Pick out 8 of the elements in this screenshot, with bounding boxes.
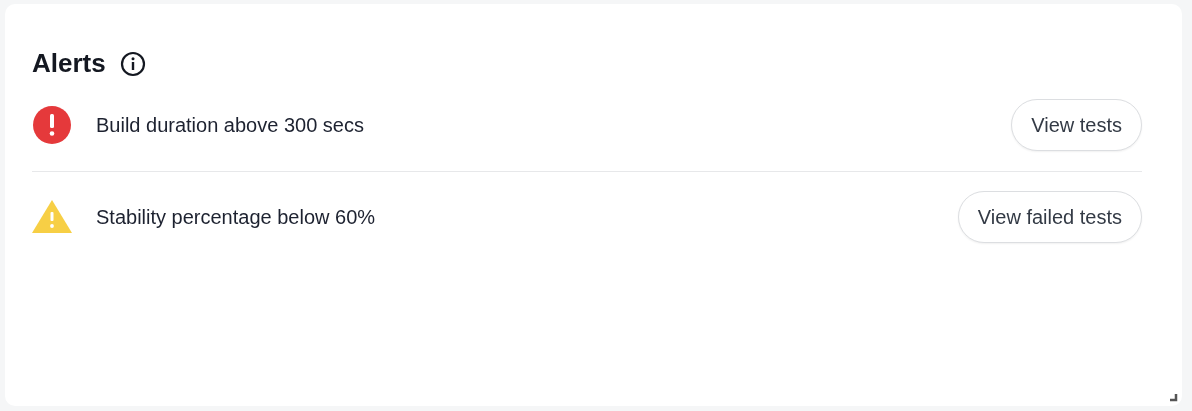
view-tests-button[interactable]: View tests (1011, 99, 1142, 151)
card-title: Alerts (32, 48, 106, 79)
resize-handle-icon[interactable] (1170, 394, 1178, 402)
alert-message: Stability percentage below 60% (96, 205, 377, 229)
view-tests-button[interactable]: View failed tests (957, 191, 1142, 243)
info-icon[interactable] (119, 50, 146, 77)
error-icon (32, 105, 72, 145)
alert-message: Build duration above 300 secs (96, 113, 365, 137)
